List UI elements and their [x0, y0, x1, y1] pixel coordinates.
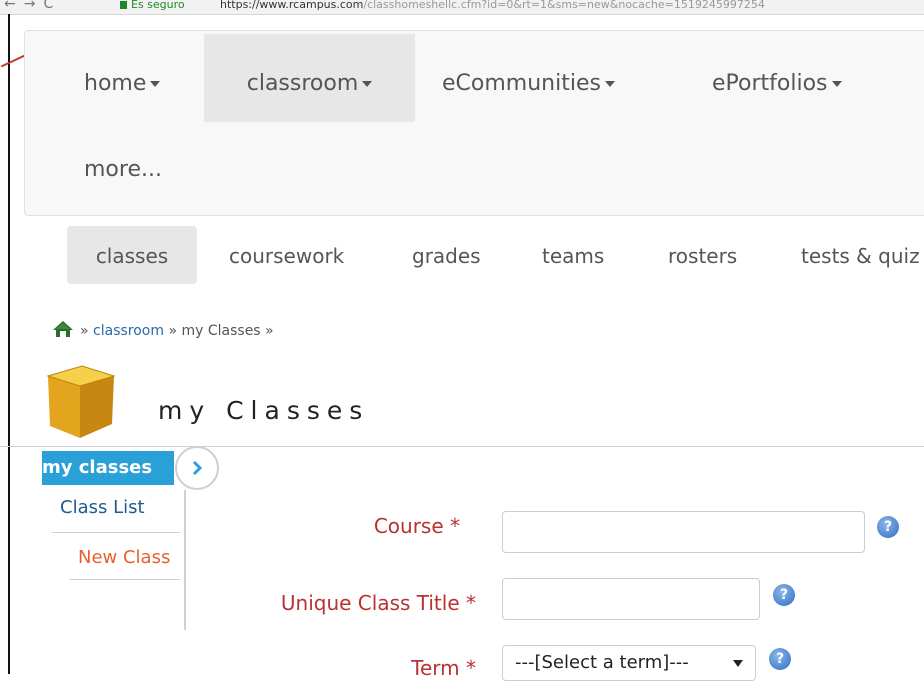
topnav-eportfolios[interactable]: ePortfolios	[712, 34, 842, 122]
term-label: Term *	[411, 656, 476, 680]
secure-indicator: Es seguro	[120, 0, 185, 11]
subnav-tests-quizzes[interactable]: tests & quiz	[801, 226, 920, 284]
sidebar-separator	[70, 579, 180, 580]
breadcrumb-sep: »	[80, 323, 89, 339]
url-text[interactable]: https://www.rcampus.com/classhomeshellc.…	[220, 0, 765, 11]
help-icon[interactable]: ?	[773, 584, 795, 606]
chevron-down-icon	[362, 81, 373, 87]
chevron-down-icon	[604, 81, 615, 87]
subnav-teams[interactable]: teams	[542, 226, 604, 284]
topnav-more-label: more...	[84, 157, 162, 182]
term-select-value: ---[Select a term]---	[515, 652, 689, 673]
topnav-classroom[interactable]: classroom	[204, 34, 415, 122]
window-edge	[8, 14, 10, 674]
chevron-down-icon	[150, 81, 161, 87]
url-host: https://www.rcampus.com	[220, 0, 364, 11]
subnav-coursework[interactable]: coursework	[229, 226, 344, 284]
topnav-ecommunities-label: eCommunities	[442, 71, 601, 96]
breadcrumb-rest: » my Classes »	[168, 323, 274, 339]
sidebar-item-class-list[interactable]: Class List	[60, 490, 145, 526]
sidebar-header: my classes	[42, 451, 174, 485]
course-input[interactable]	[502, 511, 865, 553]
help-icon[interactable]: ?	[877, 516, 899, 538]
divider	[0, 446, 924, 447]
page-title: my Classes	[158, 396, 370, 425]
sidebar-divider	[184, 490, 186, 630]
topnav-eportfolios-label: ePortfolios	[712, 71, 828, 96]
lock-icon	[120, 1, 127, 9]
chevron-right-icon	[192, 460, 203, 476]
unique-class-title-input[interactable]	[502, 578, 760, 620]
subnav-classes[interactable]: classes	[67, 226, 197, 284]
home-icon[interactable]	[52, 320, 74, 342]
url-path: /classhomeshellc.cfm?id=0&rt=1&sms=new&n…	[363, 0, 765, 11]
secure-label: Es seguro	[131, 0, 185, 11]
topnav-ecommunities[interactable]: eCommunities	[442, 34, 615, 122]
cube-logo-icon	[38, 362, 118, 446]
topnav-home[interactable]: home	[64, 34, 220, 122]
topnav-more[interactable]: more...	[84, 118, 162, 208]
course-label: Course *	[373, 514, 460, 538]
help-icon[interactable]: ?	[769, 648, 791, 670]
breadcrumb: » classroom » my Classes »	[52, 320, 274, 342]
term-select[interactable]: ---[Select a term]---	[502, 645, 756, 681]
chevron-down-icon	[733, 660, 743, 667]
sidebar-separator	[52, 532, 180, 533]
browser-nav-icons[interactable]: ←→C	[4, 0, 61, 12]
browser-address-bar[interactable]: ←→C Es seguro https://www.rcampus.com/cl…	[0, 0, 924, 15]
topnav-home-label: home	[84, 71, 147, 96]
subnav-grades[interactable]: grades	[412, 226, 481, 284]
sidebar-item-new-class[interactable]: New Class	[78, 540, 170, 576]
sidebar-toggle-button[interactable]	[175, 446, 219, 490]
unique-class-title-label: Unique Class Title *	[280, 591, 476, 615]
subnav-rosters[interactable]: rosters	[668, 226, 737, 284]
breadcrumb-classroom-link[interactable]: classroom	[93, 323, 164, 339]
chevron-down-icon	[831, 81, 842, 87]
topnav-classroom-label: classroom	[246, 71, 359, 96]
annotation-mark	[0, 54, 26, 68]
